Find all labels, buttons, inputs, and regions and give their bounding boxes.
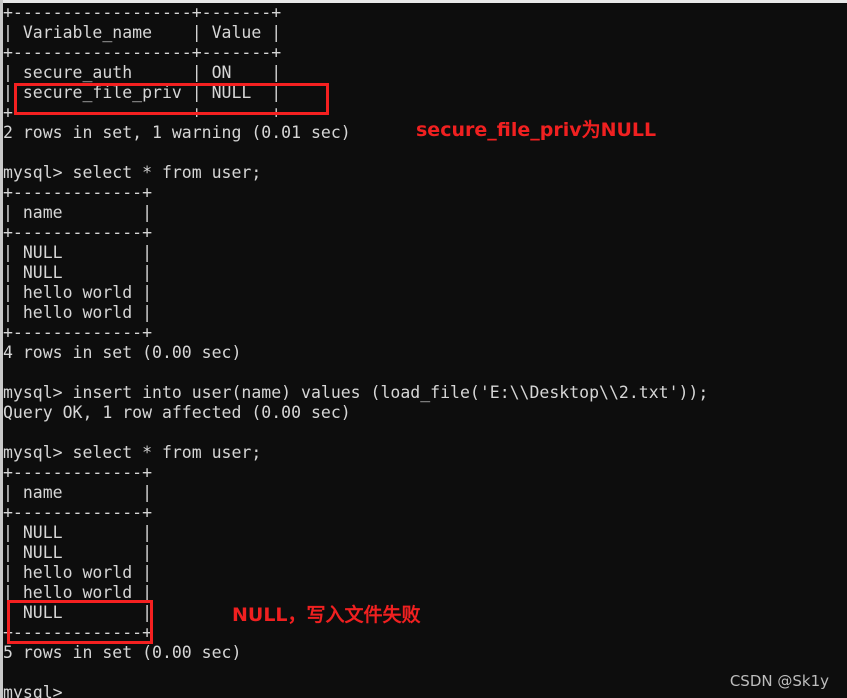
terminal-line: | NULL | [3,263,153,282]
terminal-line: Query OK, 1 row affected (0.00 sec) [3,403,351,422]
terminal-line: | secure_auth | ON | [3,63,282,82]
terminal-line: | secure_file_priv | NULL | [3,83,282,102]
watermark: CSDN @Sk1y [729,672,829,690]
terminal-line: | hello world | [3,283,153,302]
terminal-line: | hello world | [3,563,153,582]
terminal-line: | NULL | [3,543,153,562]
annotation-secure-file-priv-null: secure_file_priv为NULL [416,119,657,141]
terminal-line: | hello world | [3,583,153,602]
terminal-prompt-line[interactable]: mysql> [3,683,847,698]
terminal-line: | name | [3,203,153,222]
terminal-line: +------------------+-------+ [3,43,282,62]
terminal-line: | hello world | [3,303,153,322]
terminal-line: +-------------+ [3,623,153,642]
annotation-write-file-failed: NULL，写入文件失败 [232,604,421,626]
terminal-line: +-------------+ [3,183,153,202]
terminal-line: +-------------+ [3,323,153,342]
terminal-line: 4 rows in set (0.00 sec) [3,343,242,362]
terminal-line: | NULL | [3,243,153,262]
terminal-line: +-------------+ [3,223,153,242]
terminal-line: | Variable_name | Value | [3,23,282,42]
terminal-output[interactable]: +------------------+-------+ | Variable_… [3,3,847,698]
terminal-line: mysql> select * from user; [3,443,262,462]
terminal-line: | NULL | [3,603,153,622]
terminal-line: | NULL | [3,523,153,542]
terminal-screenshot: +------------------+-------+ | Variable_… [0,0,847,698]
terminal-line: +-------------+ [3,503,153,522]
terminal-line: +------------------+-------+ [3,3,282,22]
terminal-line: +-------------+ [3,463,153,482]
terminal-line: mysql> select * from user; [3,163,262,182]
terminal-line: mysql> insert into user(name) values (lo… [3,383,709,402]
terminal-line: | name | [3,483,153,502]
terminal-line: 5 rows in set (0.00 sec) [3,643,242,662]
